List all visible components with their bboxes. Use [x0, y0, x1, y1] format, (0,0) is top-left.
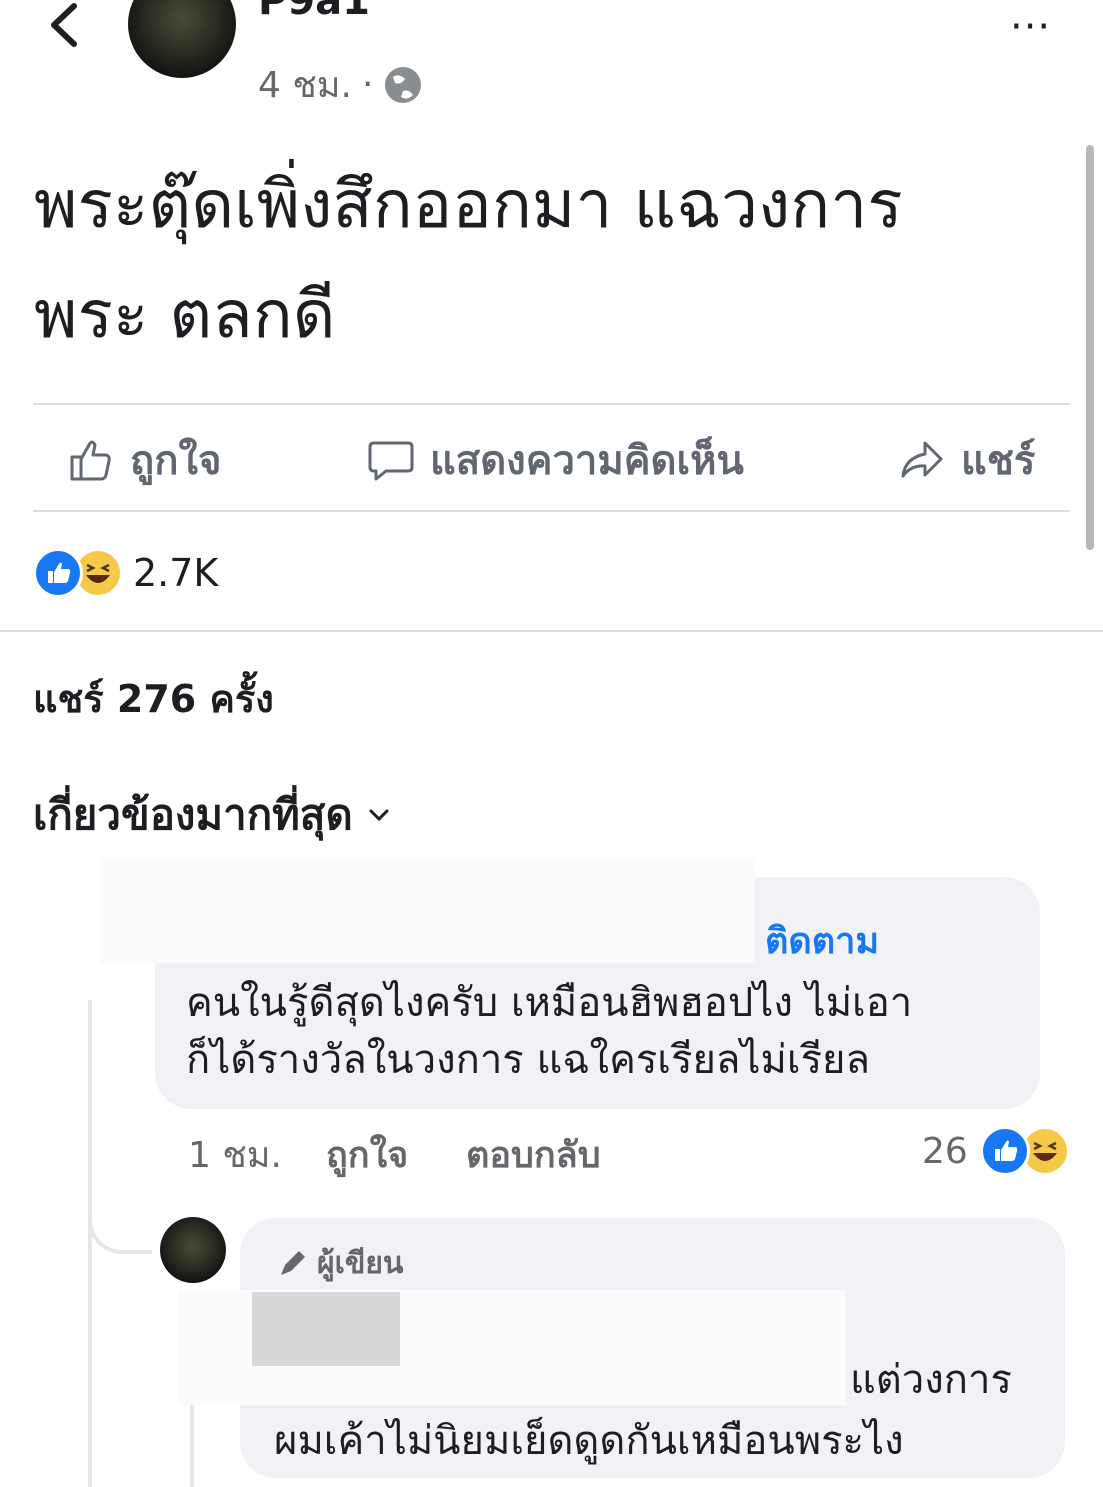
reply-text-line: ผมเค้าไม่นิยมเย็ดดูดกันเหมือนพระไง	[274, 1418, 904, 1464]
thread-connector	[88, 1180, 152, 1254]
post-meta: 4 ชม. ·	[258, 56, 423, 113]
comment-reactions[interactable]: 26	[922, 1126, 1070, 1176]
author-avatar[interactable]	[128, 0, 236, 78]
like-button[interactable]: ถูกใจ	[66, 430, 221, 490]
thumbs-up-icon	[70, 440, 111, 481]
comment-reply-button[interactable]: ตอบกลับ	[466, 1126, 601, 1183]
post-text-line: พระ ตลกดี	[34, 276, 336, 353]
redacted-commenter	[100, 858, 755, 963]
author-name[interactable]: P9a1	[258, 0, 370, 24]
comment-button[interactable]: แสดงความคิดเห็น	[366, 430, 744, 490]
share-count[interactable]: แชร์ 276 ครั้ง	[33, 668, 274, 729]
share-button[interactable]: แชร์	[897, 430, 1035, 490]
scrollbar[interactable]	[1086, 145, 1094, 550]
chevron-left-icon	[51, 3, 77, 47]
reply-text-line: แต่วงการ	[850, 1357, 1012, 1403]
meta-separator: ·	[361, 64, 374, 105]
pen-icon	[281, 1250, 305, 1275]
comment-label: แสดงความคิดเห็น	[430, 438, 744, 484]
comment-like-button[interactable]: ถูกใจ	[326, 1126, 408, 1183]
reaction-count: 2.7K	[133, 551, 219, 595]
comment-text: คนในรู้ดีสุดไงครับ เหมือนฮิพฮอปไง ไม่เอา…	[186, 975, 1026, 1089]
reply-author-avatar[interactable]	[160, 1217, 226, 1283]
comment-reaction-count: 26	[922, 1130, 968, 1172]
comment-icon	[368, 441, 414, 481]
sort-label: เกี่ยวข้องมากที่สุด	[33, 790, 353, 839]
like-label: ถูกใจ	[130, 438, 222, 484]
author-badge: ผู้เขียน	[275, 1240, 403, 1287]
more-options-button[interactable]: ···	[1010, 4, 1051, 50]
thread-line	[88, 1000, 92, 1487]
divider	[33, 403, 1070, 405]
follow-button[interactable]: ติดตาม	[765, 912, 879, 969]
back-button[interactable]	[40, 0, 90, 50]
like-reaction-icon	[33, 548, 83, 598]
section-divider	[0, 630, 1103, 632]
reactions-summary[interactable]: 2.7K	[33, 548, 218, 598]
globe-icon	[385, 66, 422, 103]
comment-time: 1 ชม.	[188, 1135, 282, 1176]
redacted-block	[252, 1292, 400, 1366]
author-badge-label: ผู้เขียน	[317, 1246, 404, 1281]
comment-sort-dropdown[interactable]: เกี่ยวข้องมากที่สุด	[33, 782, 391, 848]
post-text-line: พระตุ๊ดเพิ่งสึกออกมา แฉวงการ	[34, 166, 903, 243]
post-time[interactable]: 4 ชม.	[258, 56, 352, 113]
comment-text-line: คนในรู้ดีสุดไงครับ เหมือนฮิพฮอปไง ไม่เอา	[186, 980, 913, 1026]
share-label: แชร์	[961, 438, 1036, 484]
like-reaction-icon	[979, 1126, 1030, 1176]
chevron-down-icon	[369, 809, 389, 822]
comment-text-line: ก็ได้รางวัลในวงการ แฉใครเรียลไม่เรียล	[186, 1037, 871, 1083]
post-text: พระตุ๊ดเพิ่งสึกออกมา แฉวงการ พระ ตลกดี	[34, 150, 1044, 370]
divider	[33, 510, 1070, 512]
share-icon	[901, 441, 943, 478]
